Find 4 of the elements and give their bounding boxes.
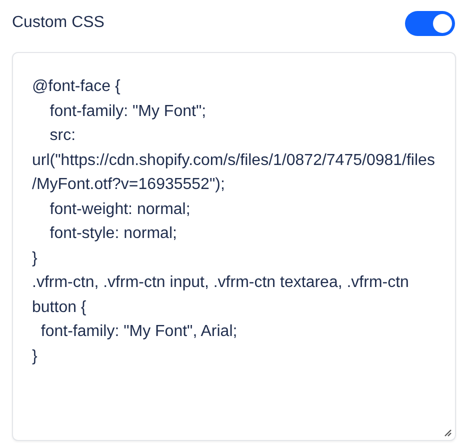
css-code-field[interactable]: @font-face { font-family: "My Font"; src: url("https://cdn.shopify.com/s/files/1/0872/7475/0981/files/MyFont.otf?v=16935552"); font-weight: normal; font-style: normal; } .vfrm-ctn, .vfrm-ctn input, .vfrm-ctn textarea, .vfrm-ctn button { font-family: "My Font", Arial; }: [12, 52, 456, 441]
toggle-switch[interactable]: [405, 10, 455, 36]
resize-handle-icon[interactable]: [442, 427, 452, 437]
section-title: Custom CSS: [12, 14, 104, 32]
